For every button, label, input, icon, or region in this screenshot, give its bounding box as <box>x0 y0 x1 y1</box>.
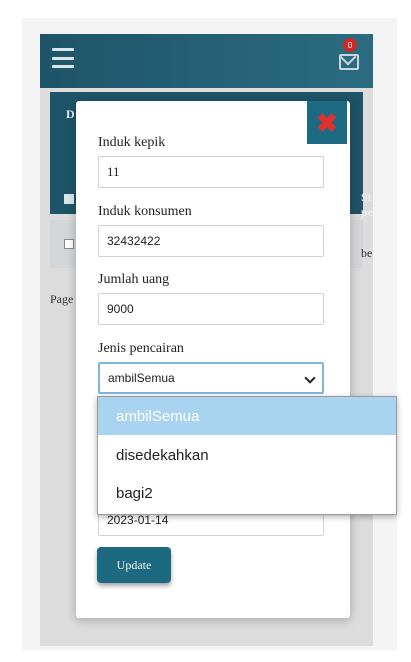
chevron-down-icon <box>304 372 316 384</box>
dropdown-option-disedekahkan[interactable]: disedekahkan <box>98 436 396 474</box>
jumlah-uang-input[interactable]: 9000 <box>98 293 324 325</box>
mail-icon[interactable] <box>339 54 359 70</box>
dropdown-option-ambilsemua[interactable]: ambilSemua <box>98 397 396 435</box>
jenis-pencairan-label: Jenis pencairan <box>98 341 184 356</box>
jenis-pencairan-select[interactable]: ambilSemua <box>98 362 324 394</box>
dropdown-option-bagi2[interactable]: bagi2 <box>98 474 396 512</box>
background-row-cell: be <box>361 246 373 260</box>
update-button[interactable]: Update <box>97 547 171 583</box>
background-header-cell: St <box>361 190 372 204</box>
background-title-fragment: D <box>66 107 75 121</box>
background-pagination-label: Page <box>50 292 74 306</box>
background-header-cell: pe <box>361 205 373 219</box>
jumlah-uang-label: Jumlah uang <box>98 272 170 287</box>
close-button[interactable]: ✖ <box>307 101 347 144</box>
top-navbar: 0 <box>40 34 373 88</box>
close-icon: ✖ <box>316 107 338 138</box>
induk-konsumen-label: Induk konsumen <box>98 204 192 219</box>
induk-kepik-input[interactable]: 11 <box>98 156 324 188</box>
jenis-pencairan-value: ambilSemua <box>108 371 175 385</box>
background-header-checkbox <box>64 194 74 204</box>
induk-konsumen-input[interactable]: 32432422 <box>98 225 324 257</box>
jenis-pencairan-dropdown: ambilSemua disedekahkan bagi2 <box>97 396 397 515</box>
induk-kepik-label: Induk kepik <box>98 135 166 150</box>
notification-badge: 0 <box>343 38 357 52</box>
menu-icon[interactable] <box>52 48 74 68</box>
background-row-checkbox <box>64 239 74 249</box>
